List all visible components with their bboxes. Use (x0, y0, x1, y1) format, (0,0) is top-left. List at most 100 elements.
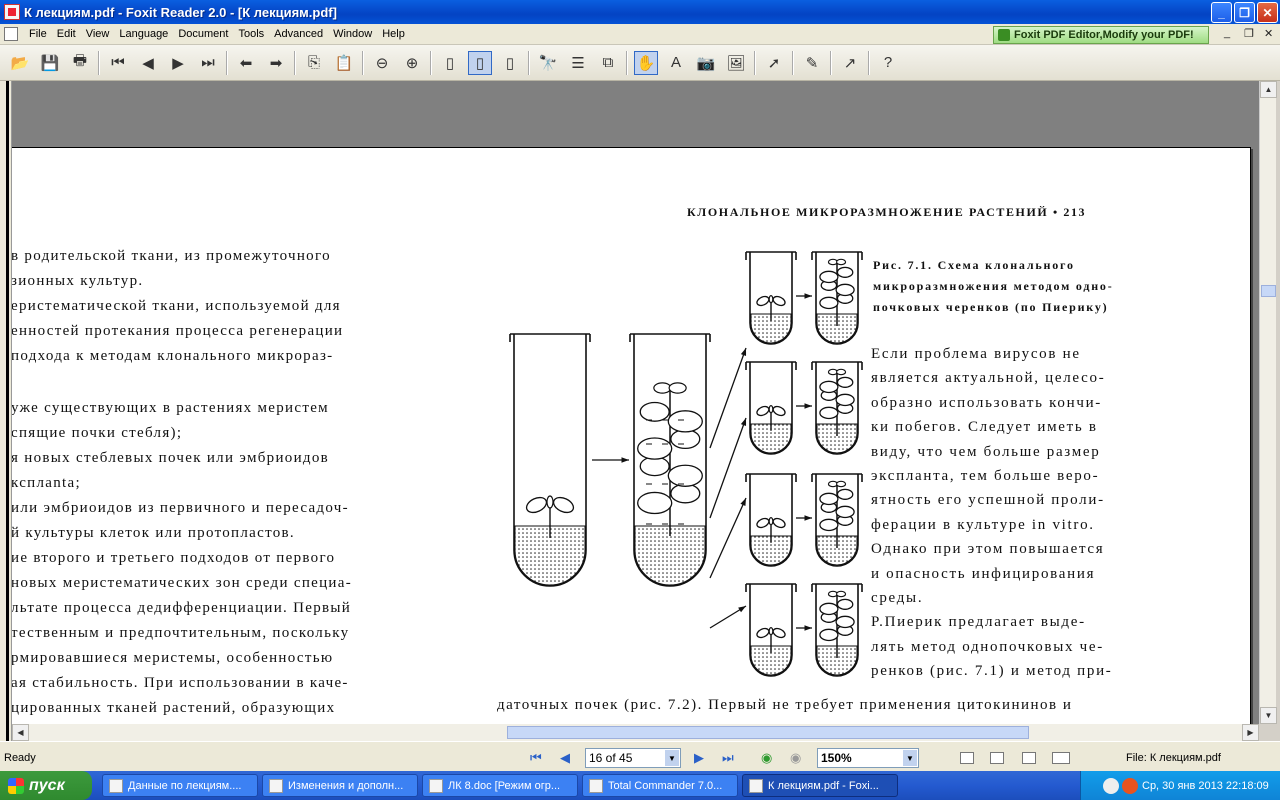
rooted-plant-leaf (819, 406, 839, 420)
menu-window[interactable]: Window (328, 28, 377, 40)
continuous-mode-icon[interactable] (990, 752, 1004, 764)
print-icon[interactable]: 🖶 (68, 51, 92, 75)
taskbar-button[interactable]: Данные по лекциям.... (102, 774, 258, 797)
help-icon[interactable]: ? (876, 51, 900, 75)
facing-icon[interactable]: ▯ (498, 51, 522, 75)
next-page-button[interactable]: ▶ (694, 750, 704, 766)
zoom-dropdown-icon[interactable]: ▼ (903, 750, 917, 766)
tray-icon[interactable] (1103, 777, 1119, 794)
snapshot-icon[interactable]: 📷 (694, 51, 718, 75)
taskbar-button[interactable]: Изменения и дополн... (262, 774, 418, 797)
open-icon[interactable]: 📂 (8, 51, 32, 75)
page-number-field[interactable]: 16 of 45 ▼ (585, 748, 681, 768)
taskbar-button[interactable]: ЛК 8.doc [Режим огр... (422, 774, 578, 797)
back-icon[interactable]: ⬅ (234, 51, 258, 75)
arrow-tool-icon[interactable]: ↗ (838, 51, 862, 75)
scroll-down-button[interactable]: ▼ (1260, 707, 1277, 724)
zoom-out-icon[interactable]: ⊖ (370, 51, 394, 75)
rooted-plant-leaf (819, 602, 839, 616)
zoom-field[interactable]: 150% ▼ (817, 748, 919, 768)
vertical-scrollbar[interactable]: ▲ ▼ (1259, 81, 1277, 724)
opera-tray-icon[interactable] (1122, 777, 1138, 794)
zoom-in-icon[interactable]: ⊕ (400, 51, 424, 75)
mdi-minimize-button[interactable]: _ (1224, 27, 1230, 39)
start-button[interactable]: пуск (0, 771, 92, 800)
mdi-close-button[interactable]: ✕ (1264, 27, 1273, 40)
find-icon[interactable]: 🔭 (536, 51, 560, 75)
toolbar-separator (430, 50, 432, 75)
next-page-icon[interactable]: ▶ (166, 51, 190, 75)
markup-icon[interactable]: ✎ (800, 51, 824, 75)
continuous-icon[interactable]: ▯ (468, 50, 492, 75)
task-app-icon (749, 778, 763, 793)
copy-icon[interactable]: ⎘ (302, 51, 326, 75)
page-dropdown-icon[interactable]: ▼ (665, 750, 679, 766)
task-label: ЛК 8.doc [Режим огр... (448, 779, 561, 792)
image-icon[interactable]: 🖼 (724, 51, 748, 75)
cutting-sprout-leaf (756, 405, 770, 417)
single-page-icon[interactable]: ▯ (438, 51, 462, 75)
paste-icon[interactable]: 📋 (332, 51, 356, 75)
save-icon[interactable]: 💾 (38, 51, 62, 75)
go-forward-button[interactable]: ◉ (790, 750, 801, 766)
select-icon[interactable]: ➚ (762, 51, 786, 75)
horizontal-scrollbar[interactable]: ◀ ▶ (12, 724, 1259, 741)
vertical-scroll-thumb[interactable] (1261, 285, 1276, 297)
menu-help[interactable]: Help (377, 28, 410, 40)
scroll-up-button[interactable]: ▲ (1260, 81, 1277, 98)
document-viewport[interactable]: КЛОНАЛЬНОЕ МИКРОРАЗМНОЖЕНИЕ РАСТЕНИЙ • 2… (12, 81, 1259, 741)
pdf-page[interactable]: КЛОНАЛЬНОЕ МИКРОРАЗМНОЖЕНИЕ РАСТЕНИЙ • 2… (12, 147, 1251, 741)
right-text-line: Р.Пиерик предлагает выде- (871, 614, 1086, 631)
toolbar-separator (528, 50, 530, 75)
taskbar-button[interactable]: Total Commander 7.0... (582, 774, 738, 797)
forward-icon[interactable]: ➡ (264, 51, 288, 75)
menu-advanced[interactable]: Advanced (269, 28, 328, 40)
panel-splitter[interactable] (6, 81, 9, 741)
rooted-plant-leaf (819, 492, 839, 506)
foxit-app-icon[interactable] (4, 4, 20, 20)
clock[interactable]: Ср, 30 янв 2013 22:18:09 (1142, 780, 1269, 792)
minimize-button[interactable]: _ (1211, 2, 1232, 23)
cutting-sprout-leaf (756, 627, 770, 639)
menu-edit[interactable]: Edit (52, 28, 81, 40)
facing-mode-icon[interactable] (1022, 752, 1036, 764)
pdf-editor-banner[interactable]: Foxit PDF Editor,Modify your PDF! (993, 26, 1209, 44)
single-page-mode-icon[interactable] (960, 752, 974, 764)
hand-tool-icon[interactable]: ✋ (634, 50, 658, 75)
go-back-button[interactable]: ◉ (761, 750, 772, 766)
last-page-icon[interactable]: ⏭ (196, 51, 220, 75)
thumbnails-icon[interactable]: ⧉ (596, 51, 620, 75)
scroll-left-button[interactable]: ◀ (12, 724, 29, 741)
first-page-button[interactable]: ⏮ (530, 750, 542, 766)
text-select-icon[interactable]: A (664, 51, 688, 75)
menu-tools[interactable]: Tools (233, 28, 269, 40)
left-text-line: зионных культур. (12, 273, 144, 289)
branch-arrow (709, 497, 747, 579)
cutting-sprout-leaf (772, 295, 786, 307)
mdi-restore-button[interactable]: ❐ (1244, 27, 1254, 40)
scroll-right-button[interactable]: ▶ (1242, 724, 1259, 741)
cutting-sprout-bud (768, 404, 774, 414)
system-tray: Ср, 30 янв 2013 22:18:09 (1080, 771, 1280, 800)
close-button[interactable]: ✕ (1257, 2, 1278, 23)
taskbar-button[interactable]: К лекциям.pdf - Foxi... (742, 774, 898, 797)
prev-page-icon[interactable]: ◀ (136, 51, 160, 75)
first-page-icon[interactable]: ⏮ (106, 51, 130, 75)
document-icon[interactable] (4, 27, 18, 41)
continuous-facing-mode-icon[interactable] (1052, 752, 1070, 764)
banner-text: Foxit PDF Editor,Modify your PDF! (1014, 29, 1194, 41)
last-page-button[interactable]: ⏭ (722, 750, 734, 766)
window-title: К лекциям.pdf - Foxit Reader 2.0 - [К ле… (24, 4, 337, 20)
maximize-button[interactable]: ❐ (1234, 2, 1255, 23)
bookmarks-icon[interactable]: ☰ (566, 51, 590, 75)
rooted-plant-leaf (819, 380, 839, 394)
menu-file[interactable]: File (24, 28, 52, 40)
menu-language[interactable]: Language (114, 28, 173, 40)
left-panel-edge[interactable] (0, 81, 12, 741)
menu-document[interactable]: Document (173, 28, 233, 40)
menu-view[interactable]: View (81, 28, 115, 40)
small-arrow-head (804, 403, 812, 409)
right-text-line: ферации в культуре in vitro. (871, 516, 1095, 533)
horizontal-scroll-thumb[interactable] (507, 726, 1029, 739)
prev-page-button[interactable]: ◀ (560, 750, 570, 766)
